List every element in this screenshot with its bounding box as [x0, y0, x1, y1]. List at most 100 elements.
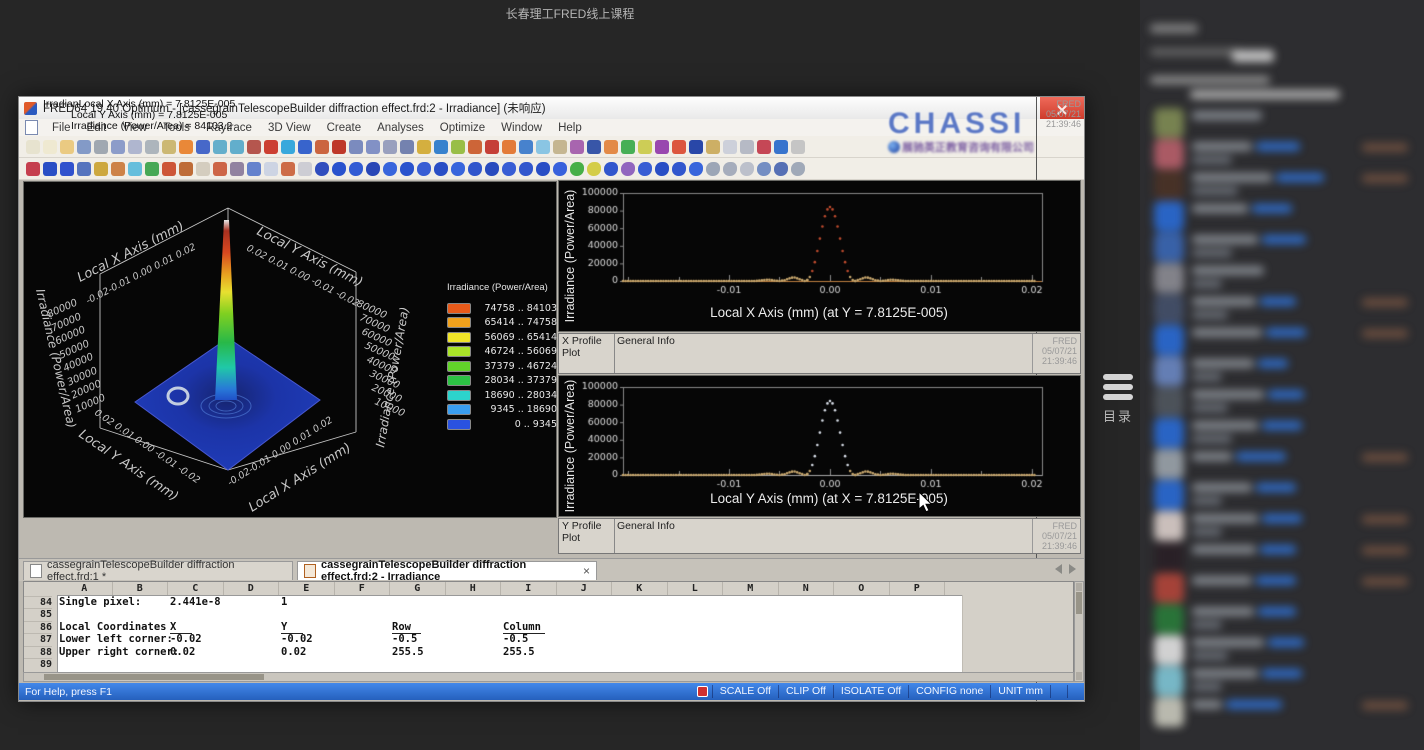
toolbar-icon[interactable]	[366, 162, 380, 176]
toolbar-icon[interactable]	[298, 162, 312, 176]
toolbar-icon[interactable]	[26, 140, 40, 154]
irradiance-3d-plot[interactable]: Local X Axis (mm) -0.02-0.01 0.00 0.01 0…	[23, 181, 557, 518]
toolbar-icon[interactable]	[774, 162, 788, 176]
toolbar-icon[interactable]	[111, 140, 125, 154]
toolbar-icon[interactable]	[706, 162, 720, 176]
x-profile-plot[interactable]: Irradiance (Power/Area) Local X Axis (mm…	[558, 180, 1081, 332]
chat-row[interactable]	[1154, 325, 1414, 355]
toolbar-icon[interactable]	[213, 140, 227, 154]
toolbar-icon[interactable]	[638, 162, 652, 176]
chat-row[interactable]	[1154, 263, 1414, 293]
toolbar-icon[interactable]	[247, 162, 261, 176]
toolbar-icon[interactable]	[94, 140, 108, 154]
toolbar-icon[interactable]	[485, 140, 499, 154]
toolbar-icon[interactable]	[757, 162, 771, 176]
toolbar-icon[interactable]	[383, 140, 397, 154]
toolbar-icon[interactable]	[655, 140, 669, 154]
toolbar-icon[interactable]	[536, 162, 550, 176]
toolbar-icon[interactable]	[128, 140, 142, 154]
tab-general-info[interactable]: General Info	[617, 335, 675, 347]
chat-row[interactable]	[1154, 511, 1414, 541]
tab-scroll-left-icon[interactable]	[1055, 564, 1062, 574]
toolbar-icon[interactable]	[570, 140, 584, 154]
chat-row[interactable]	[1154, 356, 1414, 386]
toolbar-icon[interactable]	[723, 162, 737, 176]
tab-y-profile-plot[interactable]: Y Profile Plot	[559, 519, 615, 553]
toolbar-icon[interactable]	[281, 140, 295, 154]
toolbar-icon[interactable]	[417, 162, 431, 176]
toolbar-icon[interactable]	[162, 162, 176, 176]
document-tab-1[interactable]: cassegrainTelescopeBuilder diffraction e…	[23, 561, 293, 580]
toolbar-icon[interactable]	[196, 140, 210, 154]
toolbar-icon[interactable]	[400, 162, 414, 176]
toolbar-icon[interactable]	[60, 140, 74, 154]
menu-item-window[interactable]: Window	[493, 121, 550, 135]
toolbar-icon[interactable]	[638, 140, 652, 154]
toolbar-icon[interactable]	[791, 162, 805, 176]
toolbar-icon[interactable]	[434, 162, 448, 176]
toolbar-icon[interactable]	[332, 162, 346, 176]
toolbar-icon[interactable]	[94, 162, 108, 176]
toolbar-icon[interactable]	[145, 162, 159, 176]
document-icon[interactable]	[25, 120, 38, 135]
menu-item-3d-view[interactable]: 3D View	[260, 121, 319, 135]
y-profile-plot[interactable]: Irradiance (Power/Area) Local Y Axis (mm…	[558, 375, 1081, 517]
chat-row[interactable]	[1154, 170, 1414, 200]
toolbar-icon[interactable]	[196, 162, 210, 176]
toolbar-icon[interactable]	[349, 162, 363, 176]
toolbar-icon[interactable]	[621, 140, 635, 154]
chat-row[interactable]	[1154, 108, 1414, 138]
toolbar-icon[interactable]	[26, 162, 40, 176]
toolbar-icon[interactable]	[723, 140, 737, 154]
toolbar-icon[interactable]	[264, 140, 278, 154]
toolbar-icon[interactable]	[43, 140, 57, 154]
toolbar-icon[interactable]	[315, 162, 329, 176]
tab-scroll-right-icon[interactable]	[1069, 564, 1076, 574]
chat-row[interactable]	[1154, 542, 1414, 572]
chat-row[interactable]	[1154, 139, 1414, 169]
toolbar-icon[interactable]	[128, 162, 142, 176]
toc-toggle-button[interactable]: 目录	[1100, 374, 1136, 425]
menu-item-analyses[interactable]: Analyses	[369, 121, 432, 135]
toolbar-icon[interactable]	[468, 140, 482, 154]
toolbar-icon[interactable]	[247, 140, 261, 154]
toolbar-icon[interactable]	[77, 140, 91, 154]
toolbar-icon[interactable]	[366, 140, 380, 154]
toolbar-icon[interactable]	[315, 140, 329, 154]
chat-row[interactable]	[1154, 697, 1414, 727]
toolbar-icon[interactable]	[383, 162, 397, 176]
toolbar-icon[interactable]	[502, 162, 516, 176]
menu-item-help[interactable]: Help	[550, 121, 590, 135]
toolbar-icon[interactable]	[740, 162, 754, 176]
toolbar-icon[interactable]	[519, 162, 533, 176]
toolbar-icon[interactable]	[536, 140, 550, 154]
toolbar-icon[interactable]	[281, 162, 295, 176]
toolbar-icon[interactable]	[162, 140, 176, 154]
toolbar-icon[interactable]	[60, 162, 74, 176]
toolbar-icon[interactable]	[230, 162, 244, 176]
toolbar-icon[interactable]	[298, 140, 312, 154]
toolbar-icon[interactable]	[689, 140, 703, 154]
toolbar-icon[interactable]	[621, 162, 635, 176]
toolbar-icon[interactable]	[264, 162, 278, 176]
toolbar-icon[interactable]	[553, 162, 567, 176]
chat-row[interactable]	[1154, 449, 1414, 479]
toolbar-icon[interactable]	[485, 162, 499, 176]
chat-row[interactable]	[1154, 418, 1414, 448]
chat-row[interactable]	[1154, 635, 1414, 665]
chat-row[interactable]	[1154, 387, 1414, 417]
toolbar-icon[interactable]	[553, 140, 567, 154]
toolbar-icon[interactable]	[604, 162, 618, 176]
toolbar-icon[interactable]	[672, 140, 686, 154]
toolbar-icon[interactable]	[706, 140, 720, 154]
toolbar-icon[interactable]	[332, 140, 346, 154]
toolbar-icon[interactable]	[587, 140, 601, 154]
toolbar-icon[interactable]	[179, 140, 193, 154]
toolbar-icon[interactable]	[451, 162, 465, 176]
toolbar-icon[interactable]	[757, 140, 771, 154]
chat-row[interactable]	[1154, 201, 1414, 231]
toolbar-icon[interactable]	[213, 162, 227, 176]
toolbar-icon[interactable]	[791, 140, 805, 154]
toolbar-icon[interactable]	[43, 162, 57, 176]
toolbar-icon[interactable]	[349, 140, 363, 154]
